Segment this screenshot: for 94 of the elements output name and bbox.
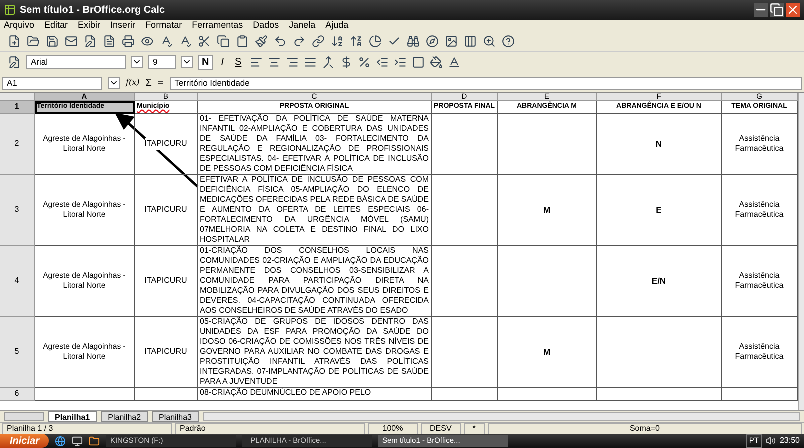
underline-button[interactable]: S: [232, 54, 245, 70]
align-center-icon[interactable]: [268, 56, 281, 68]
justify-icon[interactable]: [304, 56, 317, 68]
menu-item[interactable]: Arquivo: [4, 19, 35, 33]
undo-icon[interactable]: [274, 35, 287, 48]
vertical-scrollbar[interactable]: [798, 93, 804, 410]
fill-color-icon[interactable]: [430, 56, 443, 68]
auto-spellcheck-icon[interactable]: [179, 35, 192, 48]
percent-icon[interactable]: [358, 56, 371, 68]
sort-descending-icon[interactable]: [350, 35, 363, 48]
equals-button[interactable]: =: [158, 76, 164, 90]
menu-item[interactable]: Dados: [253, 19, 280, 33]
table-cell: ITAPICURU: [144, 138, 188, 150]
mail-icon[interactable]: [65, 35, 78, 48]
row-header[interactable]: 5: [0, 317, 35, 388]
table-cell: N: [656, 138, 662, 150]
copy-icon[interactable]: [217, 35, 230, 48]
proposal-text: 01-CRIAÇÃO DOS CONSELHOS LOCAIS NAS COMUNIDADES 02-CRIAÇÃO E AMPLIAÇÃO DA EDUCAÇÃO PERMANENTE DOS CONSELHOS 03-SENSIBILIZAR A COMUNIDADE PARA PARTICIPAÇÃO DIRETA NA MOBILIZAÇÃO PARA DIVULGAÇÃO DOS SEUS DIREITOS E DEVERES. 04-CAPACITAÇÃO CONTINUADA OFERECIDA AOS CONSELHEIROS DE SAÚDE ATRAVÉS DO ESADO: [200, 246, 429, 316]
row-header[interactable]: 1: [0, 101, 35, 114]
gallery-icon[interactable]: [445, 35, 458, 48]
sheet-tab[interactable]: Planilha2: [101, 411, 148, 422]
menu-item[interactable]: Editar: [44, 19, 68, 33]
menu-item[interactable]: Ajuda: [326, 19, 349, 33]
table-cell: M: [543, 204, 551, 216]
folder-icon[interactable]: [89, 436, 100, 446]
browser-icon[interactable]: [55, 436, 66, 446]
row-header[interactable]: 4: [0, 246, 35, 317]
cut-icon[interactable]: [198, 35, 211, 48]
indent-decrease-icon[interactable]: [376, 56, 389, 68]
proposal-text: 05-CRIAÇÃO DE GRUPOS DE IDOSOS DENTRO DAS UNIDADES DA ESF PARA PROMOÇÃO DA SAÚDE DO IDOSO 06-CRIAÇÃO DE COMISSÕES NOS TRÊS NÍVEIS DE GOVERNO PARA AUXILIAR NO COMBATE DAS DROGAS E PROSTITUIÇÃO INFANTIL ATRAVÉS DAS POLÍTICAS INTEGRADAS. 07-IMPLANTAÇÃO DE POLÍTICAS DE SAÚDE PARA A JUVENTUDE: [200, 317, 429, 387]
save-icon[interactable]: [46, 35, 59, 48]
window-title: Sem título1 - BrOffice.org Calc: [20, 4, 166, 18]
close-icon[interactable]: [786, 3, 800, 17]
edit-file-icon[interactable]: [84, 35, 97, 48]
menu-item[interactable]: Janela: [289, 19, 316, 33]
merge-cells-icon[interactable]: [322, 56, 335, 68]
help-icon[interactable]: [502, 35, 515, 48]
minimize-icon[interactable]: [754, 3, 768, 17]
table-cell: E/N: [652, 274, 666, 288]
spellcheck-icon[interactable]: [160, 35, 173, 48]
table-cell-text: Assistência Farmacêutica: [734, 342, 785, 362]
sheet-tab[interactable]: Planilha3: [152, 411, 199, 422]
proposal-text: EFETIVAR A POLÍTICA DE INCLUSÃO DE PESSOAS COM DEFICIÊNCIA FÍSICA 05-AMPLIAÇÃO DO ELENCO DE MEDICAÇÕES OFERECIDAS PELA REDE BÁSICA DE SAÚDE E AUMENTO DA OFERTA DE LEITES ESPECIAIS 06-FORTALECIMENTO DA URGÊNCIA MÓVEL (SAMU) 07MELHORIA NA COLETA E DESTINO FINAL DO LIXO HOSPITALAR: [200, 175, 429, 245]
paintbrush-icon[interactable]: [255, 35, 268, 48]
new-document-icon[interactable]: [8, 35, 21, 48]
row-header[interactable]: 3: [0, 175, 35, 246]
start-button[interactable]: Iniciar: [0, 434, 50, 448]
table-cell-text: Assistência Farmacêutica: [734, 200, 785, 220]
borders-icon[interactable]: [412, 56, 425, 68]
font-color-icon[interactable]: [448, 56, 461, 68]
formula-input[interactable]: Território Identidade: [170, 76, 802, 90]
indent-increase-icon[interactable]: [394, 56, 407, 68]
menu-item[interactable]: Inserir: [110, 19, 136, 33]
menu-item[interactable]: Exibir: [78, 19, 101, 33]
redo-icon[interactable]: [293, 35, 306, 48]
bold-button[interactable]: N: [198, 54, 214, 70]
sum-button[interactable]: Σ: [146, 76, 152, 90]
function-wizard-button[interactable]: f(x): [126, 77, 140, 89]
row-header[interactable]: 6: [0, 388, 35, 401]
table-cell: M: [543, 346, 551, 358]
table-cell: E: [656, 204, 662, 216]
row-header[interactable]: 2: [0, 114, 35, 175]
clock: 23:50: [780, 435, 800, 447]
align-right-icon[interactable]: [286, 56, 299, 68]
paste-icon[interactable]: [236, 35, 249, 48]
menu-item[interactable]: Formatar: [146, 19, 182, 33]
app-icon: [4, 4, 16, 16]
table-cell-text: Assistência Farmacêutica: [734, 271, 785, 291]
name-box[interactable]: A1: [2, 76, 102, 90]
horizontal-scrollbar[interactable]: [202, 412, 800, 421]
font-name-field[interactable]: Arial: [26, 55, 126, 69]
dropdown-icon[interactable]: [108, 77, 120, 89]
table-cell-text: Assistência Farmacêutica: [734, 134, 785, 154]
volume-icon[interactable]: [766, 436, 776, 446]
font-size-field[interactable]: 9: [148, 55, 176, 69]
dropdown-icon[interactable]: [181, 56, 193, 68]
hyperlink-icon[interactable]: [312, 35, 325, 48]
sort-ascending-icon[interactable]: [331, 35, 344, 48]
chart-icon[interactable]: [369, 35, 382, 48]
sheet-tab[interactable]: Planilha1: [48, 411, 98, 422]
dropdown-icon[interactable]: [131, 56, 143, 68]
open-folder-icon[interactable]: [27, 35, 40, 48]
preview-icon[interactable]: [141, 35, 154, 48]
navigator-icon[interactable]: [426, 35, 439, 48]
find-icon[interactable]: [407, 35, 420, 48]
proposal-text: 01- EFETIVAÇÃO DA POLÍTICA DE SAÚDE MATERNA INFANTIL 02-AMPLIAÇÃO E COBERTURA DAS UNIDADES DE SAÚDE DA FAMÍLIA 03- FORTALECIMENTO DA REGULAÇÃO E REGIONALIZAÇÃO DE PROFISSIONAIS ESPECIALISTAS. 04- EFETIVAR A POLÍTICA DE INCLUSÃO DE PESSOAS COM DEFICIÊNCIA FÍSICA: [200, 114, 429, 174]
print-icon[interactable]: [122, 35, 135, 48]
restore-icon[interactable]: [770, 3, 784, 17]
menu-item[interactable]: Ferramentas: [192, 19, 244, 33]
corner-cell[interactable]: [0, 93, 35, 101]
desktop-icon[interactable]: [72, 436, 84, 446]
italic-button[interactable]: I: [218, 54, 228, 70]
zoom-icon[interactable]: [483, 35, 496, 48]
align-left-icon[interactable]: [250, 56, 263, 68]
